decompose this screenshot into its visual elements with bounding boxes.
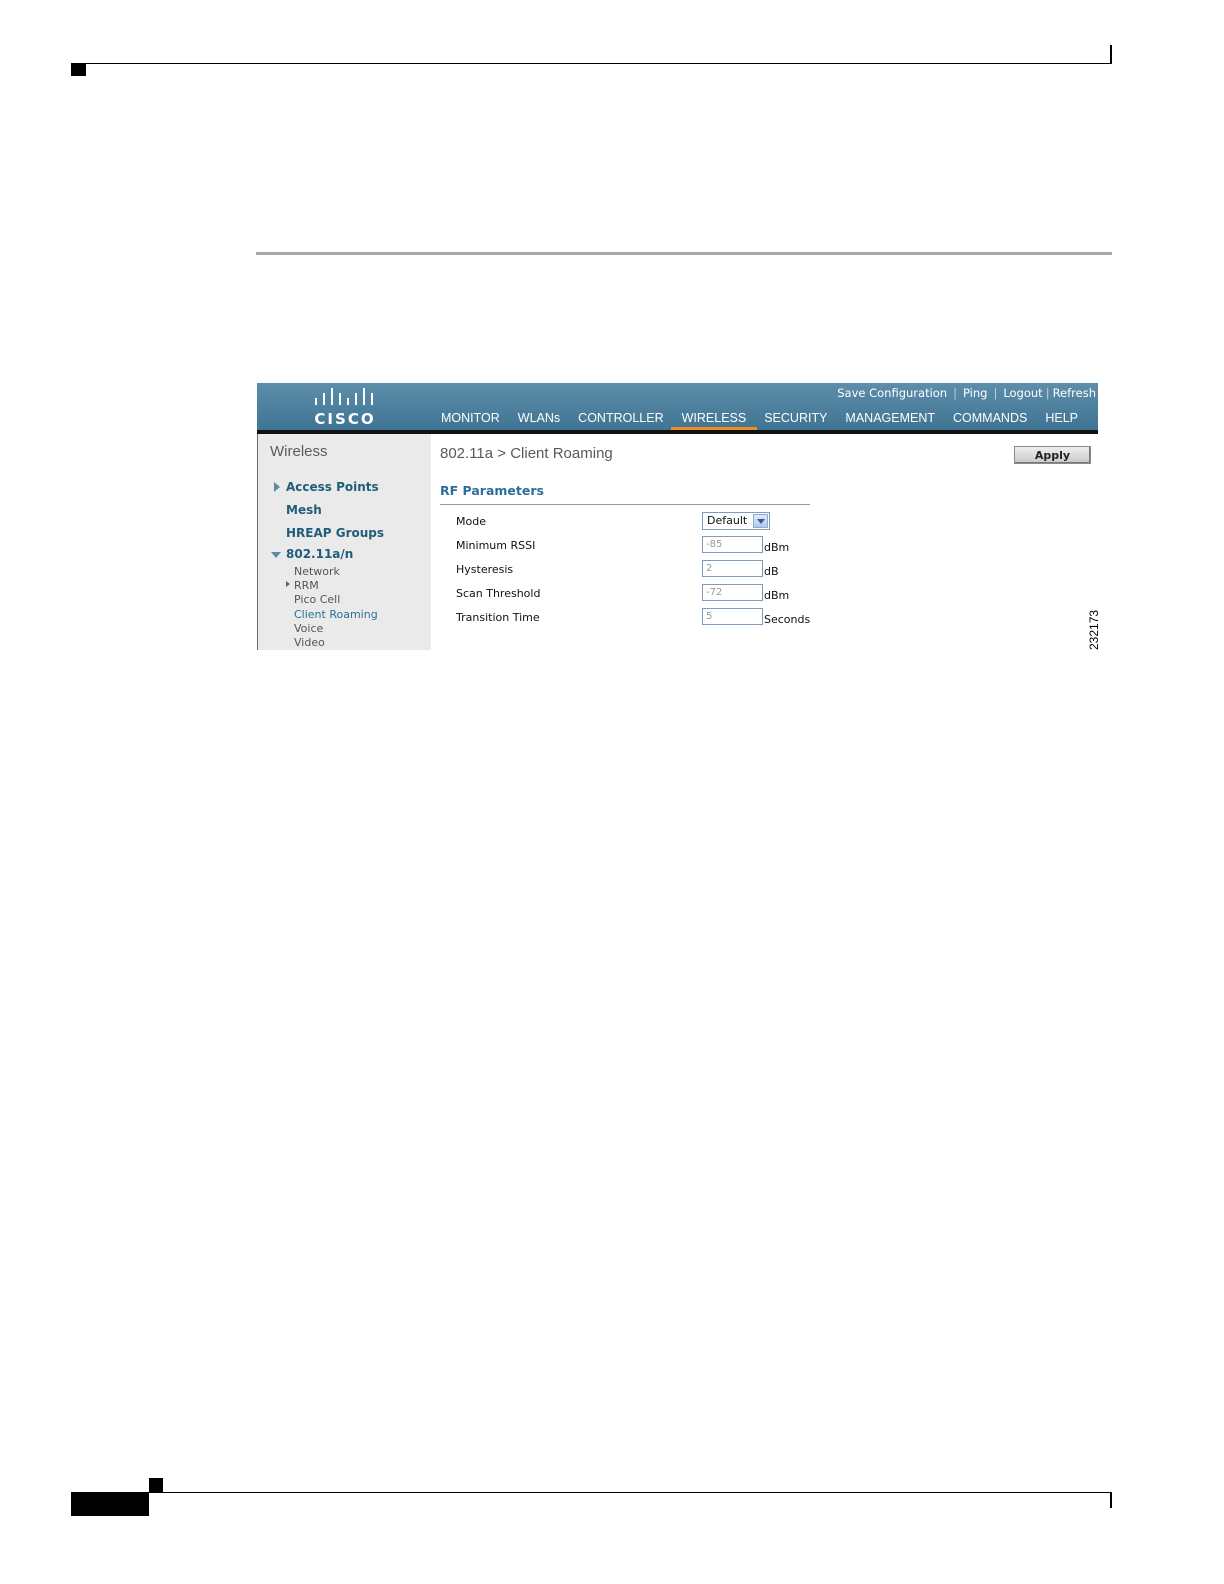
- chevron-down-icon[interactable]: [753, 514, 768, 528]
- scan-threshold-unit: dBm: [764, 589, 790, 602]
- screenshot-figure: CISCO Save Configuration | Ping | Logout | Ref…: [257, 383, 1098, 650]
- sidebar: Wireless Access Points Mesh HREAP Groups…: [257, 434, 431, 650]
- sidebar-item-mesh[interactable]: Mesh: [286, 503, 322, 517]
- crop-mark: [1110, 1493, 1112, 1508]
- sidebar-sub-rrm[interactable]: RRM: [294, 579, 319, 592]
- main-nav: MONITOR WLANs CONTROLLER WIRELESS SECURITY MA…: [440, 411, 1095, 431]
- refresh-link[interactable]: Refresh: [1053, 386, 1096, 400]
- section-title: RF Parameters: [440, 483, 544, 498]
- collapse-arrow-icon[interactable]: [271, 552, 281, 558]
- header-rule: [71, 63, 1112, 64]
- sidebar-item-hreap-groups[interactable]: HREAP Groups: [286, 526, 384, 540]
- corner-mark-small: [149, 1478, 163, 1492]
- cisco-logo: CISCO: [309, 387, 381, 428]
- sidebar-sub-pico-cell[interactable]: Pico Cell: [294, 593, 340, 606]
- sidebar-sub-video[interactable]: Video: [294, 636, 325, 649]
- footer-rule: [71, 1492, 1112, 1493]
- transition-time-unit: Seconds: [764, 613, 811, 626]
- sidebar-sub-client-roaming[interactable]: Client Roaming: [294, 608, 378, 621]
- page-title: 802.11a > Client Roaming: [440, 445, 613, 462]
- nav-wireless[interactable]: WIRELESS: [670, 411, 757, 431]
- nav-controller[interactable]: CONTROLLER: [577, 411, 664, 425]
- expand-arrow-icon[interactable]: [274, 482, 280, 492]
- section-underline: [440, 504, 810, 505]
- sidebar-sub-network[interactable]: Network: [294, 565, 340, 578]
- footer-bar: [71, 1493, 149, 1516]
- apply-button[interactable]: Apply: [1014, 446, 1091, 464]
- nav-security[interactable]: SECURITY: [763, 411, 828, 425]
- sidebar-title: Wireless: [270, 443, 328, 460]
- hysteresis-unit: dB: [764, 565, 779, 578]
- expand-arrow-icon[interactable]: [286, 581, 290, 587]
- cisco-bridge-icon: [315, 388, 373, 405]
- logout-link[interactable]: Logout: [1003, 386, 1042, 400]
- figure-number: 232173: [1087, 609, 1101, 651]
- mode-select-value: Default: [707, 514, 748, 527]
- section-divider: [256, 252, 1112, 255]
- sidebar-item-access-points[interactable]: Access Points: [286, 480, 379, 494]
- save-configuration-link[interactable]: Save Configuration: [837, 386, 947, 400]
- transition-time-label: Transition Time: [456, 611, 540, 624]
- transition-time-input[interactable]: [702, 608, 763, 625]
- sidebar-item-80211an[interactable]: 802.11a/n: [286, 547, 353, 561]
- corner-mark: [71, 64, 86, 76]
- logo-wordmark: CISCO: [314, 410, 376, 428]
- hysteresis-label: Hysteresis: [456, 563, 514, 576]
- utility-links: Save Configuration | Ping | Logout | Refresh: [837, 386, 1096, 400]
- minimum-rssi-label: Minimum RSSI: [456, 539, 536, 552]
- scan-threshold-label: Scan Threshold: [456, 587, 541, 600]
- hysteresis-input[interactable]: [702, 560, 763, 577]
- mode-label: Mode: [456, 515, 486, 528]
- minimum-rssi-unit: dBm: [764, 541, 790, 554]
- ping-link[interactable]: Ping: [963, 386, 987, 400]
- nav-management[interactable]: MANAGEMENT: [844, 411, 936, 425]
- crop-mark: [1110, 45, 1112, 64]
- mode-select[interactable]: Default: [702, 512, 770, 530]
- nav-monitor[interactable]: MONITOR: [440, 411, 501, 425]
- nav-help[interactable]: HELP: [1044, 411, 1079, 425]
- sidebar-sub-voice[interactable]: Voice: [294, 622, 323, 635]
- nav-commands[interactable]: COMMANDS: [952, 411, 1028, 425]
- app-header: CISCO Save Configuration | Ping | Logout | Ref…: [257, 383, 1098, 431]
- nav-wlans[interactable]: WLANs: [517, 411, 561, 425]
- scan-threshold-input[interactable]: [702, 584, 763, 601]
- minimum-rssi-input[interactable]: [702, 536, 763, 553]
